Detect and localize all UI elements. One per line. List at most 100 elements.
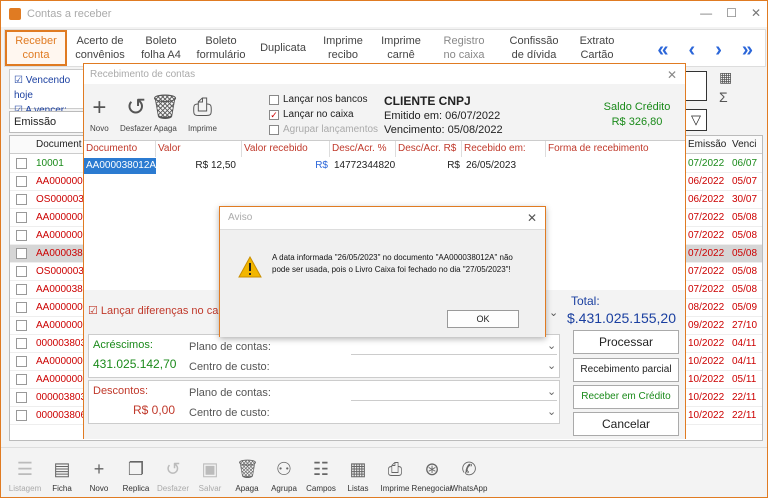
tab-extrato-cartao[interactable]: Extrato Cartão <box>569 30 625 66</box>
rcol-valor-recebido[interactable]: Valor recebido <box>242 141 330 157</box>
row-checkbox[interactable] <box>16 230 27 241</box>
ok-button[interactable]: OK <box>447 310 519 328</box>
filter-icon[interactable]: ▽ <box>685 109 707 131</box>
check-lancar-caixa[interactable]: ✓ Lançar no caixa <box>269 109 354 120</box>
row-checkbox[interactable] <box>16 374 27 385</box>
rcell-recebido-em[interactable]: 26/05/2023 <box>462 158 546 174</box>
receipt-tool-desfazer[interactable]: ↺ Desfazer <box>120 92 152 133</box>
row-checkbox[interactable] <box>16 338 27 349</box>
cell-documento: AA0000000 <box>36 212 89 223</box>
toolbar-button[interactable]: + Novo <box>81 458 117 497</box>
row-checkbox[interactable] <box>16 320 27 331</box>
row-checkbox[interactable] <box>16 356 27 367</box>
receber-credito-button[interactable]: Receber em Crédito <box>573 385 679 409</box>
tab-confissao-divida[interactable]: Confissão de dívida <box>499 30 569 66</box>
row-checkbox[interactable] <box>16 410 27 421</box>
toolbar-button[interactable]: 🗑 Apaga <box>229 458 265 497</box>
toolbar-button[interactable]: ▣ Salvar <box>192 458 228 497</box>
col-vencimento[interactable]: Venci <box>732 139 756 150</box>
minimize-icon[interactable]: — <box>700 6 712 20</box>
tab-receber-conta[interactable]: Receber conta <box>5 30 67 66</box>
descontos-centro-select[interactable] <box>351 403 557 421</box>
row-checkbox[interactable] <box>16 392 27 403</box>
tab-registro-caixa[interactable]: Registro no caixa <box>429 30 499 66</box>
tab-duplicata[interactable]: Duplicata <box>253 30 313 66</box>
toolbar-button[interactable]: ▤ Ficha <box>44 458 80 497</box>
row-checkbox[interactable] <box>16 284 27 295</box>
check-agrupar[interactable]: Agrupar lançamentos <box>269 124 378 135</box>
next-record-icon[interactable]: › <box>715 39 722 62</box>
toolbar-button[interactable]: ⎙ Imprime <box>377 458 413 497</box>
tab-imprime-recibo[interactable]: Imprime recibo <box>313 30 373 66</box>
sum-icon[interactable]: Σ <box>719 89 728 105</box>
receipt-tool-apaga[interactable]: 🗑 Apaga <box>150 92 180 133</box>
chevron-down-icon[interactable]: ⌄ <box>547 339 556 352</box>
row-checkbox[interactable] <box>16 302 27 313</box>
prev-record-icon[interactable]: ‹ <box>689 39 696 62</box>
toolbar-button[interactable]: ⚇ Agrupa <box>266 458 302 497</box>
acrescimos-plano-select[interactable] <box>351 337 557 355</box>
tab-boleto-a4[interactable]: Boleto folha A4 <box>133 30 189 66</box>
toolbar-button[interactable]: ⊛ Renegociar <box>412 458 453 497</box>
rcol-desc-rs[interactable]: Desc/Acr. R$ <box>396 141 462 157</box>
rcol-forma[interactable]: Forma de recebimento <box>546 141 685 157</box>
toolbar-button[interactable]: ☷ Campos <box>303 458 339 497</box>
descontos-plano-select[interactable] <box>351 383 557 401</box>
cancelar-button[interactable]: Cancelar <box>573 412 679 436</box>
descontos-value[interactable]: R$ 0,00 <box>133 403 175 417</box>
row-checkbox[interactable] <box>16 248 27 259</box>
row-checkbox[interactable] <box>16 266 27 277</box>
tab-acerto-convenios[interactable]: Acerto de convênios <box>67 30 133 66</box>
receipt-tool-imprime[interactable]: ⎙ Imprime <box>188 92 217 133</box>
toolbar-label: Imprime <box>380 484 410 493</box>
cell-emissao: 07/2022 <box>688 230 725 241</box>
toolbar-button[interactable]: ✆ WhatsApp <box>451 458 488 497</box>
tab-boleto-formulario[interactable]: Boleto formulário <box>189 30 253 66</box>
chevron-down-icon[interactable]: ⌄ <box>547 405 556 418</box>
toolbar-button[interactable]: ☰ Listagem <box>7 458 43 497</box>
rcol-documento[interactable]: Documento <box>84 141 156 157</box>
col-documento[interactable]: Document <box>36 139 82 150</box>
acrescimos-centro-select[interactable] <box>351 357 557 375</box>
toolbar-label: Campos <box>306 484 336 493</box>
row-checkbox[interactable] <box>16 194 27 205</box>
row-checkbox[interactable] <box>16 158 27 169</box>
acrescimos-value[interactable]: 431.025.142,70 <box>93 357 176 371</box>
calendar-icon[interactable]: ▦ <box>719 69 732 86</box>
first-record-icon[interactable]: « <box>657 39 668 62</box>
receipt-tool-novo[interactable]: + Novo <box>90 92 109 133</box>
toolbar-button[interactable]: ▦ Listas <box>340 458 376 497</box>
rcell-desc-pct[interactable]: 147723448201 <box>330 158 396 174</box>
window-title: Contas a receber <box>27 8 112 20</box>
rcell-valor[interactable]: R$ 12,50 <box>156 158 242 174</box>
close-icon[interactable]: ✕ <box>751 6 761 20</box>
rcell-valor-recebido[interactable]: R$ <box>242 158 330 174</box>
rcell-documento[interactable]: AA000038012A <box>84 158 156 174</box>
recebimento-parcial-button[interactable]: Recebimento parcial <box>573 358 679 382</box>
maximize-icon[interactable]: ☐ <box>726 6 737 20</box>
toolbar-button[interactable]: ❐ Replica <box>118 458 154 497</box>
toolbar-label: Salvar <box>198 484 222 493</box>
receipt-close-icon[interactable]: ✕ <box>667 68 677 82</box>
check-lancar-bancos[interactable]: Lançar nos bancos <box>269 94 368 105</box>
chevron-down-icon[interactable]: ⌄ <box>547 385 556 398</box>
emissao-select[interactable]: Emissão <box>9 111 89 133</box>
row-checkbox[interactable] <box>16 176 27 187</box>
toolbar-button[interactable]: ↺ Desfazer <box>155 458 191 497</box>
dialog-close-icon[interactable]: ✕ <box>527 211 537 225</box>
filter-vencendo[interactable]: ☑ Vencendo hoje <box>14 73 84 103</box>
list-lines-icon: ☰ <box>16 459 34 479</box>
col-emissao[interactable]: Emissão <box>688 139 726 150</box>
rcol-desc-pct[interactable]: Desc/Acr. % <box>330 141 396 157</box>
processar-button[interactable]: Processar <box>573 330 679 354</box>
rcol-valor[interactable]: Valor <box>156 141 242 157</box>
rcell-desc-rs[interactable]: R$ <box>396 158 462 174</box>
chevron-down-icon[interactable]: ⌄ <box>547 359 556 372</box>
tab-imprime-carne[interactable]: Imprime carnê <box>373 30 429 66</box>
last-record-icon[interactable]: » <box>742 39 753 62</box>
fields-icon: ☷ <box>312 459 330 479</box>
row-checkbox[interactable] <box>16 212 27 223</box>
rcol-recebido-em[interactable]: Recebido em: <box>462 141 546 157</box>
diferencas-dropdown-icon[interactable]: ⌄ <box>549 306 558 319</box>
lancar-diferencas[interactable]: ☑ Lançar diferenças no caixa <box>88 304 232 317</box>
